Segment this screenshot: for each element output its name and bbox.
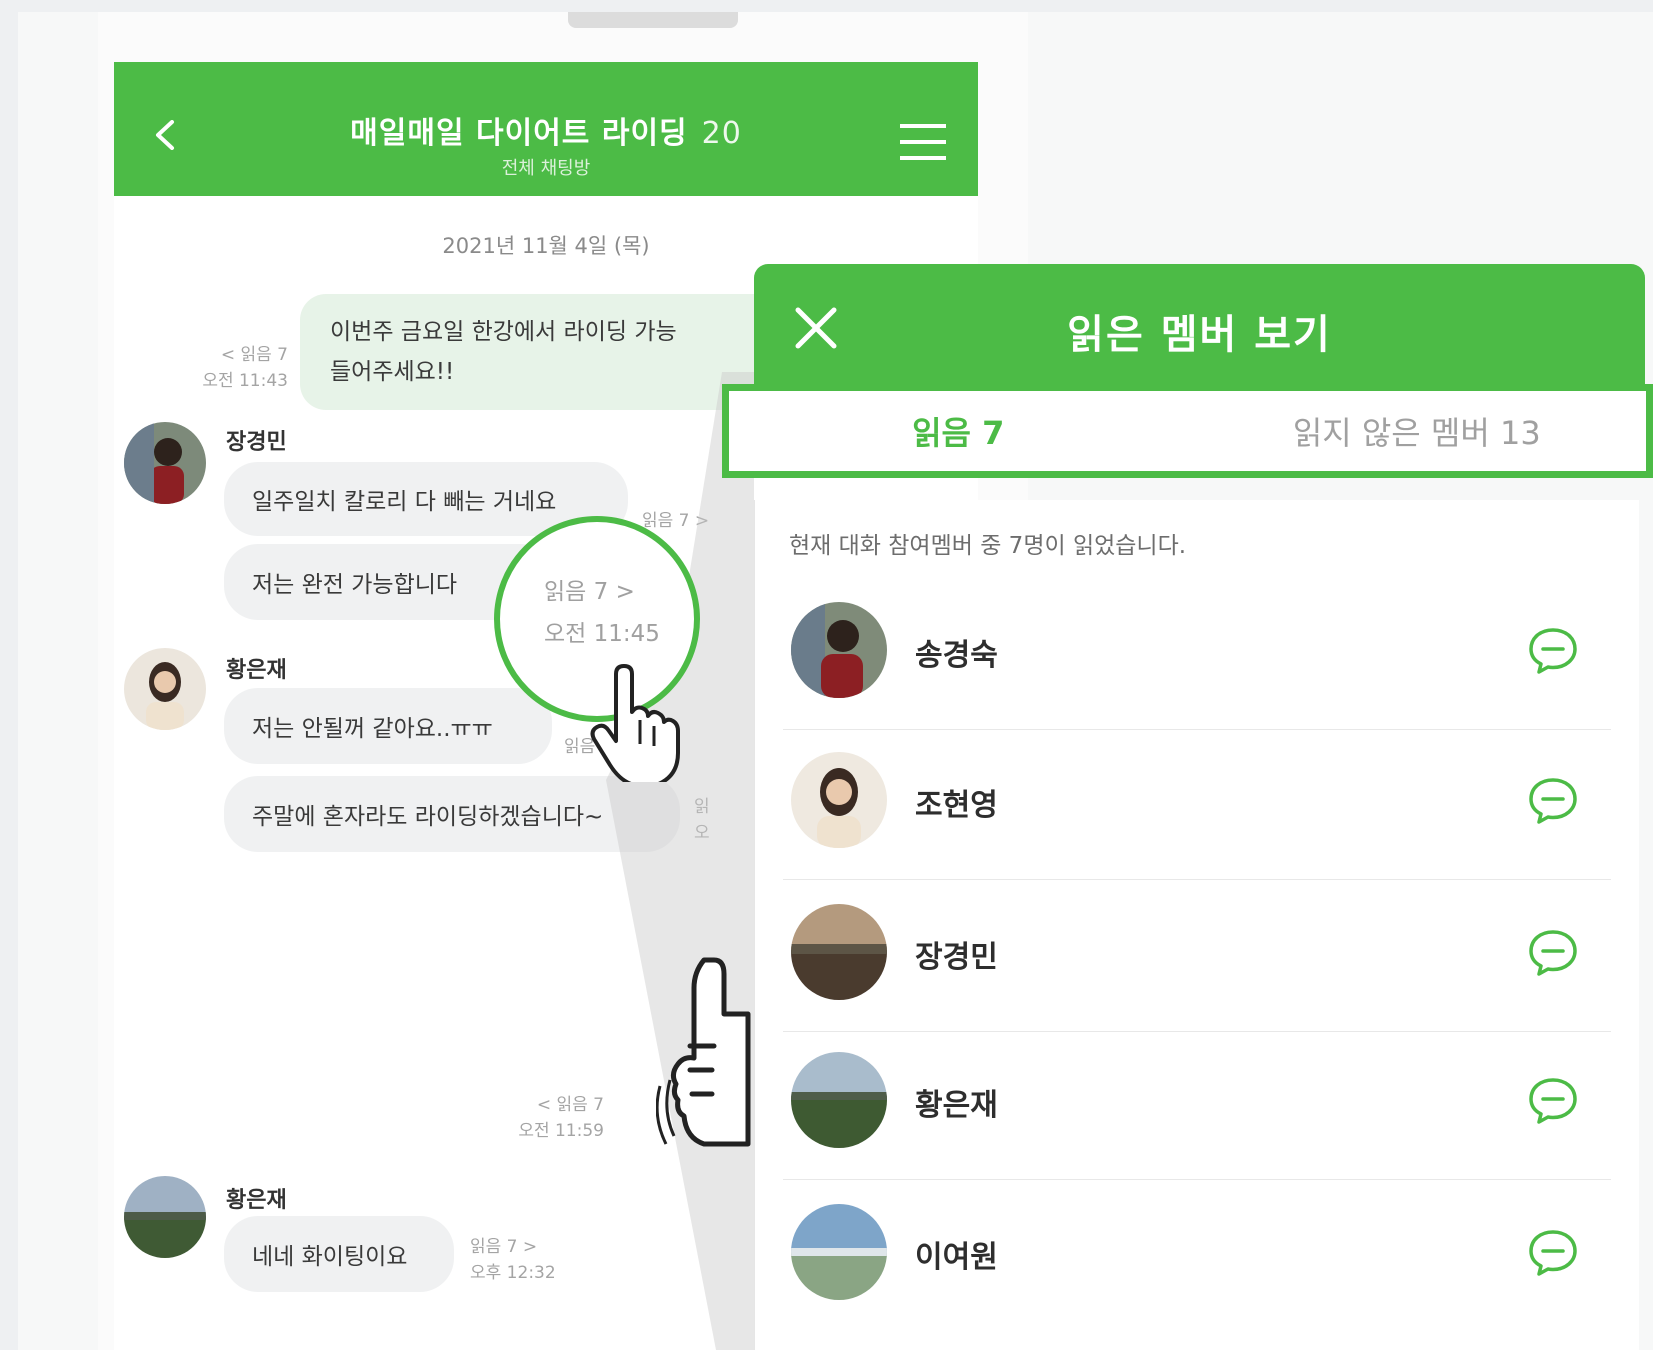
avatar — [791, 904, 887, 1000]
chat-bubble-icon[interactable] — [1527, 626, 1579, 674]
chat-bubble-icon[interactable] — [1527, 1228, 1579, 1276]
member-name: 조현영 — [915, 788, 998, 823]
row-divider — [783, 879, 1611, 880]
tab-unread[interactable]: 읽지 않은 멤버 13 — [1188, 391, 1647, 471]
chat-bubble-icon[interactable] — [1527, 1076, 1579, 1124]
row-divider — [783, 1179, 1611, 1180]
pointer-hand-icon — [590, 664, 680, 782]
member-list: 현재 대화 참여멤버 중 7명이 읽었습니다. 송경숙 조현영 장경민 황은재 … — [754, 500, 1639, 1350]
member-row[interactable]: 조현영 — [783, 740, 1611, 880]
read-status-tabs: 읽음 7 읽지 않은 멤버 13 — [722, 384, 1653, 478]
row-divider — [783, 729, 1611, 730]
avatar — [791, 1052, 887, 1148]
zoom-time: 오전 11:45 — [544, 621, 660, 647]
chat-bubble-icon[interactable] — [1527, 928, 1579, 976]
avatar — [791, 602, 887, 698]
member-name: 이여원 — [915, 1240, 998, 1275]
member-row[interactable]: 이여원 — [783, 1192, 1611, 1312]
read-members-panel: 읽은 멤버 보기 읽음 7 읽지 않은 멤버 13 현재 대화 참여멤버 중 7… — [722, 264, 1653, 1350]
member-name: 장경민 — [915, 940, 998, 975]
member-name: 송경숙 — [915, 638, 998, 673]
row-divider — [783, 1031, 1611, 1032]
read-summary-text: 현재 대화 참여멤버 중 7명이 읽었습니다. — [789, 533, 1187, 559]
thumbs-up-hand-icon — [656, 957, 751, 1147]
member-row[interactable]: 장경민 — [783, 892, 1611, 1032]
member-row[interactable]: 황은재 — [783, 1040, 1611, 1180]
chat-bubble-icon[interactable] — [1527, 776, 1579, 824]
tab-read[interactable]: 읽음 7 — [729, 391, 1188, 471]
member-row[interactable]: 송경숙 — [783, 590, 1611, 730]
member-name: 황은재 — [915, 1088, 998, 1123]
panel-title: 읽은 멤버 보기 — [1067, 312, 1332, 358]
panel-header: 읽은 멤버 보기 — [754, 264, 1645, 384]
zoom-read-count[interactable]: 읽음 7 > — [544, 572, 635, 606]
avatar — [791, 752, 887, 848]
avatar — [791, 1204, 887, 1300]
